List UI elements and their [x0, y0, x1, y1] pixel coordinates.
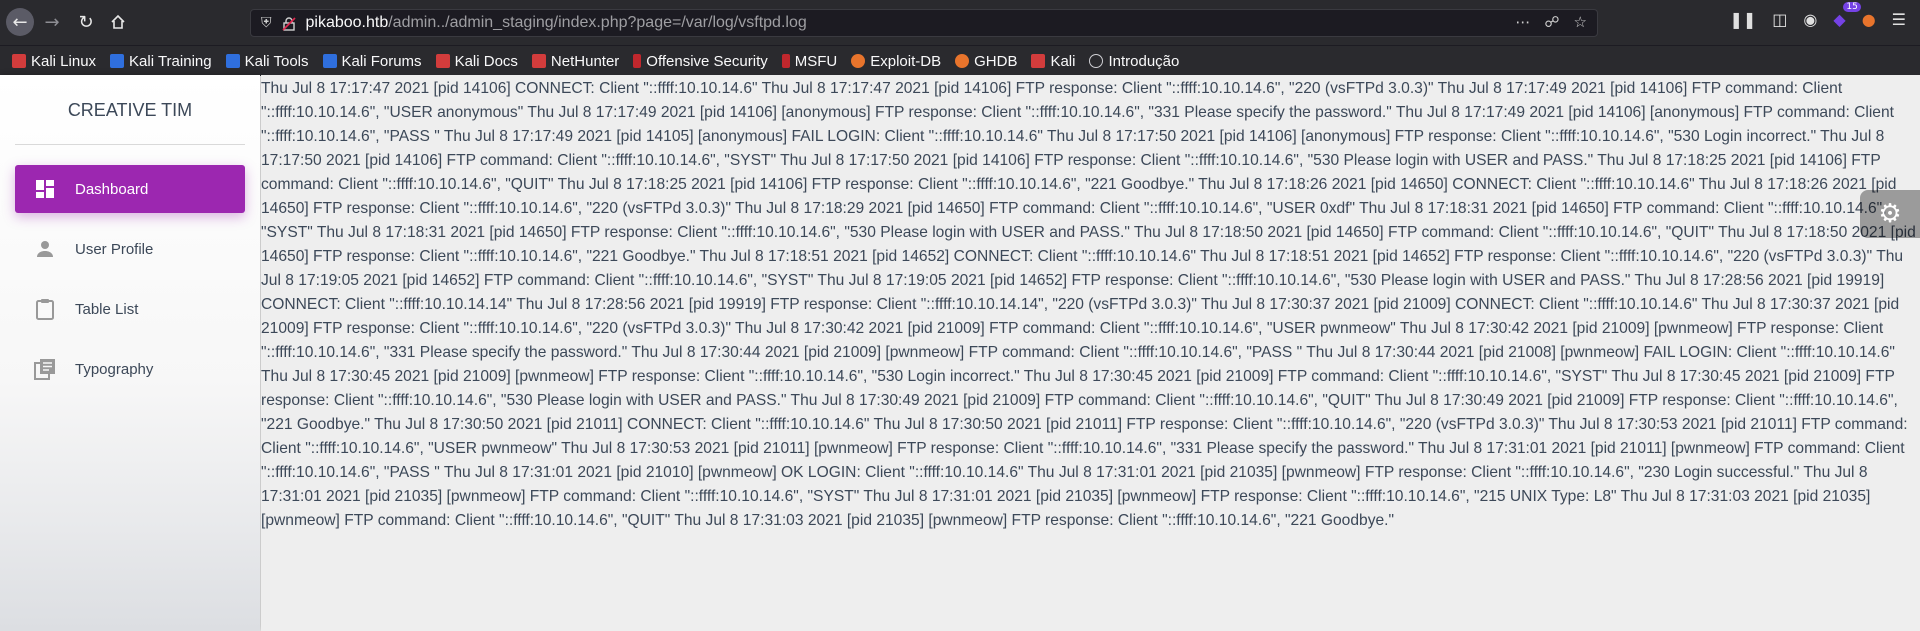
gear-icon: ⚙: [1878, 199, 1902, 229]
kali-icon: [12, 54, 26, 68]
kali-icon: [1031, 54, 1046, 68]
globe-icon: [1089, 54, 1104, 68]
bookmark-label: Kali: [1050, 52, 1076, 70]
msfu-icon: [781, 54, 790, 68]
log-output: Thu Jul 8 17:17:47 2021 [pid 14106] CONN…: [261, 80, 1916, 529]
bookmark-label: Kali Tools: [244, 52, 309, 70]
account-icon[interactable]: ◉: [1803, 10, 1817, 29]
home-icon: [111, 14, 125, 29]
settings-button[interactable]: ⚙: [1860, 190, 1920, 238]
sidebar-item-dashboard[interactable]: Dashboard: [15, 165, 245, 213]
bookmark-offensive-security[interactable]: Offensive Security: [633, 52, 768, 70]
bookmark-label: NetHunter: [550, 52, 620, 70]
home-button[interactable]: [104, 8, 132, 36]
url-text[interactable]: pikaboo.htb/admin../admin_staging/index.…: [306, 14, 807, 32]
extension-badge: 15: [1843, 2, 1861, 12]
bookmark-label: GHDB: [974, 52, 1018, 70]
clipboard-icon: [36, 299, 54, 320]
bookmark-kali-docs[interactable]: Kali Docs: [435, 52, 518, 70]
bookmark-kali-training[interactable]: Kali Training: [110, 53, 212, 70]
library-books-icon: [34, 359, 55, 380]
sidebar-item-label: User Profile: [75, 240, 154, 258]
bookmark-nethunter[interactable]: NetHunter: [531, 52, 620, 70]
bookmark-msfu[interactable]: MSFU: [781, 52, 838, 70]
bookmark-label: Kali Docs: [454, 52, 518, 70]
sidebar-item-user-profile[interactable]: User Profile: [15, 225, 245, 273]
bookmark-kali-linux[interactable]: Kali Linux: [12, 53, 96, 70]
dashboard-icon: [36, 180, 54, 198]
url-path: /admin../admin_staging/index.php?page=/v…: [388, 14, 807, 31]
forward-button[interactable]: →: [38, 8, 66, 36]
sidebar-item-typography[interactable]: Typography: [15, 345, 245, 393]
foxyproxy-icon[interactable]: ●: [1862, 10, 1876, 29]
sidebar-item-table-list[interactable]: Table List: [15, 285, 245, 333]
arrow-left-icon: ←: [12, 11, 28, 33]
shield-icon[interactable]: ⛨: [261, 15, 272, 31]
bookmark-label: MSFU: [794, 52, 838, 70]
exploitdb-icon: [851, 54, 866, 68]
kali-training-icon: [110, 54, 125, 68]
bookmarks-bar: Kali Linux Kali Training Kali Tools Kali…: [0, 45, 1920, 76]
pocket-icon[interactable]: ☍: [1544, 13, 1559, 31]
bookmark-label: Exploit-DB: [870, 52, 942, 70]
bookmark-label: Introdução: [1108, 52, 1180, 70]
bookmark-label: Offensive Security: [646, 52, 768, 70]
bookmark-label: Kali Training: [129, 52, 212, 70]
bookmark-ghdb[interactable]: GHDB: [955, 53, 1017, 70]
url-host: pikaboo.htb: [305, 14, 389, 31]
url-bar[interactable]: ⛨ pikaboo.htb/admin../admin_staging/inde…: [250, 9, 1598, 37]
sidebar-item-label: Table List: [75, 300, 139, 318]
arrow-right-icon: →: [44, 11, 60, 33]
sidebar-toggle-icon[interactable]: ◫: [1772, 10, 1787, 29]
bookmark-label: Kali Forums: [341, 52, 422, 70]
bookmark-kali-forums[interactable]: Kali Forums: [322, 52, 422, 70]
url-actions: ⋯ ☍ ☆: [1515, 13, 1587, 31]
bookmark-kali[interactable]: Kali: [1031, 53, 1075, 70]
reload-button[interactable]: ↻: [72, 8, 100, 36]
main-content: Thu Jul 8 17:17:47 2021 [pid 14106] CONN…: [261, 75, 1920, 631]
extension-icon: ◆: [1833, 10, 1846, 29]
back-button[interactable]: ←: [6, 8, 34, 36]
sidebar-item-label: Dashboard: [75, 180, 149, 198]
browser-window: ← → ↻ ⛨ pikaboo.htb/admin../admin_stagin…: [0, 0, 1920, 631]
bookmark-kali-tools[interactable]: Kali Tools: [225, 52, 309, 70]
kali-tools-icon: [225, 54, 240, 68]
browser-toolbar: ← → ↻ ⛨ pikaboo.htb/admin../admin_stagin…: [0, 0, 1920, 45]
ghdb-icon: [955, 54, 970, 68]
sidebar-item-label: Typography: [75, 360, 154, 378]
bookmark-exploit-db[interactable]: Exploit-DB: [851, 53, 941, 70]
reload-icon: ↻: [78, 11, 94, 33]
extension-button[interactable]: ◆ 15: [1833, 2, 1861, 29]
kali-docs-icon: [435, 54, 450, 68]
toolbar-right-icons: ❚❚ ◫ ◉ ◆ 15 ● ☰: [1729, 2, 1906, 29]
person-icon: [37, 241, 53, 257]
more-actions-icon[interactable]: ⋯: [1515, 13, 1530, 31]
logo-divider: [15, 144, 245, 145]
nethunter-icon: [531, 54, 546, 68]
logo-text[interactable]: CREATIVE TIM: [0, 75, 260, 145]
sidebar: CREATIVE TIM Dashboard User Profile Tabl…: [0, 75, 260, 631]
insecure-lock-icon[interactable]: [281, 16, 296, 31]
library-icon[interactable]: ❚❚: [1729, 10, 1756, 29]
offsec-icon: [633, 54, 642, 68]
bookmark-introducao[interactable]: Introdução: [1089, 53, 1179, 70]
menu-icon[interactable]: ☰: [1892, 10, 1906, 29]
kali-forums-icon: [322, 54, 337, 68]
bookmark-label: Kali Linux: [31, 52, 97, 70]
bookmark-star-icon[interactable]: ☆: [1574, 13, 1587, 31]
